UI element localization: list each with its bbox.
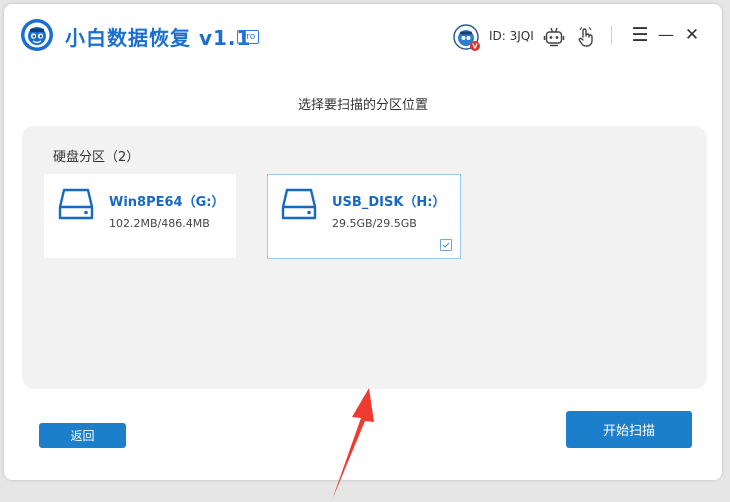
- back-button[interactable]: 返回: [39, 423, 126, 448]
- hand-pointer-icon[interactable]: [575, 26, 597, 48]
- start-scan-button[interactable]: 开始扫描: [566, 411, 692, 448]
- partition-section-title: 硬盘分区（2）: [53, 150, 140, 165]
- pro-badge: Pro: [237, 30, 260, 44]
- annotation-arrow-icon: [332, 388, 374, 500]
- app-window: 小白数据恢复 v1.1 Pro V ID: 3JQI ☰ — ✕ 选择要扫描的分…: [4, 4, 722, 500]
- app-title: 小白数据恢复 v1.1: [65, 26, 252, 50]
- toolbar-separator: [611, 26, 612, 44]
- partition-name: Win8PE64（G:）: [109, 195, 225, 210]
- partition-size: 102.2MB/486.4MB: [109, 217, 210, 230]
- robot-icon[interactable]: [543, 26, 565, 48]
- user-id-label: ID: 3JQI: [489, 29, 534, 43]
- close-button[interactable]: ✕: [681, 23, 703, 47]
- menu-button[interactable]: ☰: [629, 23, 651, 47]
- hard-drive-icon: [58, 188, 94, 220]
- svg-text:V: V: [472, 43, 478, 51]
- minimize-button[interactable]: —: [655, 23, 677, 47]
- partition-panel: 硬盘分区（2） Win8PE64（G:） 102.2MB/486.4MB USB…: [22, 126, 707, 500]
- page-heading: 选择要扫描的分区位置: [297, 98, 428, 113]
- partition-size: 29.5GB/29.5GB: [332, 217, 417, 230]
- user-avatar-icon[interactable]: V: [453, 24, 481, 52]
- app-logo-icon: [21, 19, 53, 51]
- selected-checkbox[interactable]: [440, 239, 452, 251]
- partition-name: USB_DISK（H:）: [332, 195, 446, 210]
- title-bar[interactable]: 小白数据恢复 v1.1 Pro V ID: 3JQI ☰ — ✕: [4, 4, 722, 68]
- hard-drive-icon: [281, 188, 317, 220]
- partition-card-h[interactable]: USB_DISK（H:） 29.5GB/29.5GB: [267, 174, 461, 259]
- partition-card-g[interactable]: Win8PE64（G:） 102.2MB/486.4MB: [44, 174, 236, 258]
